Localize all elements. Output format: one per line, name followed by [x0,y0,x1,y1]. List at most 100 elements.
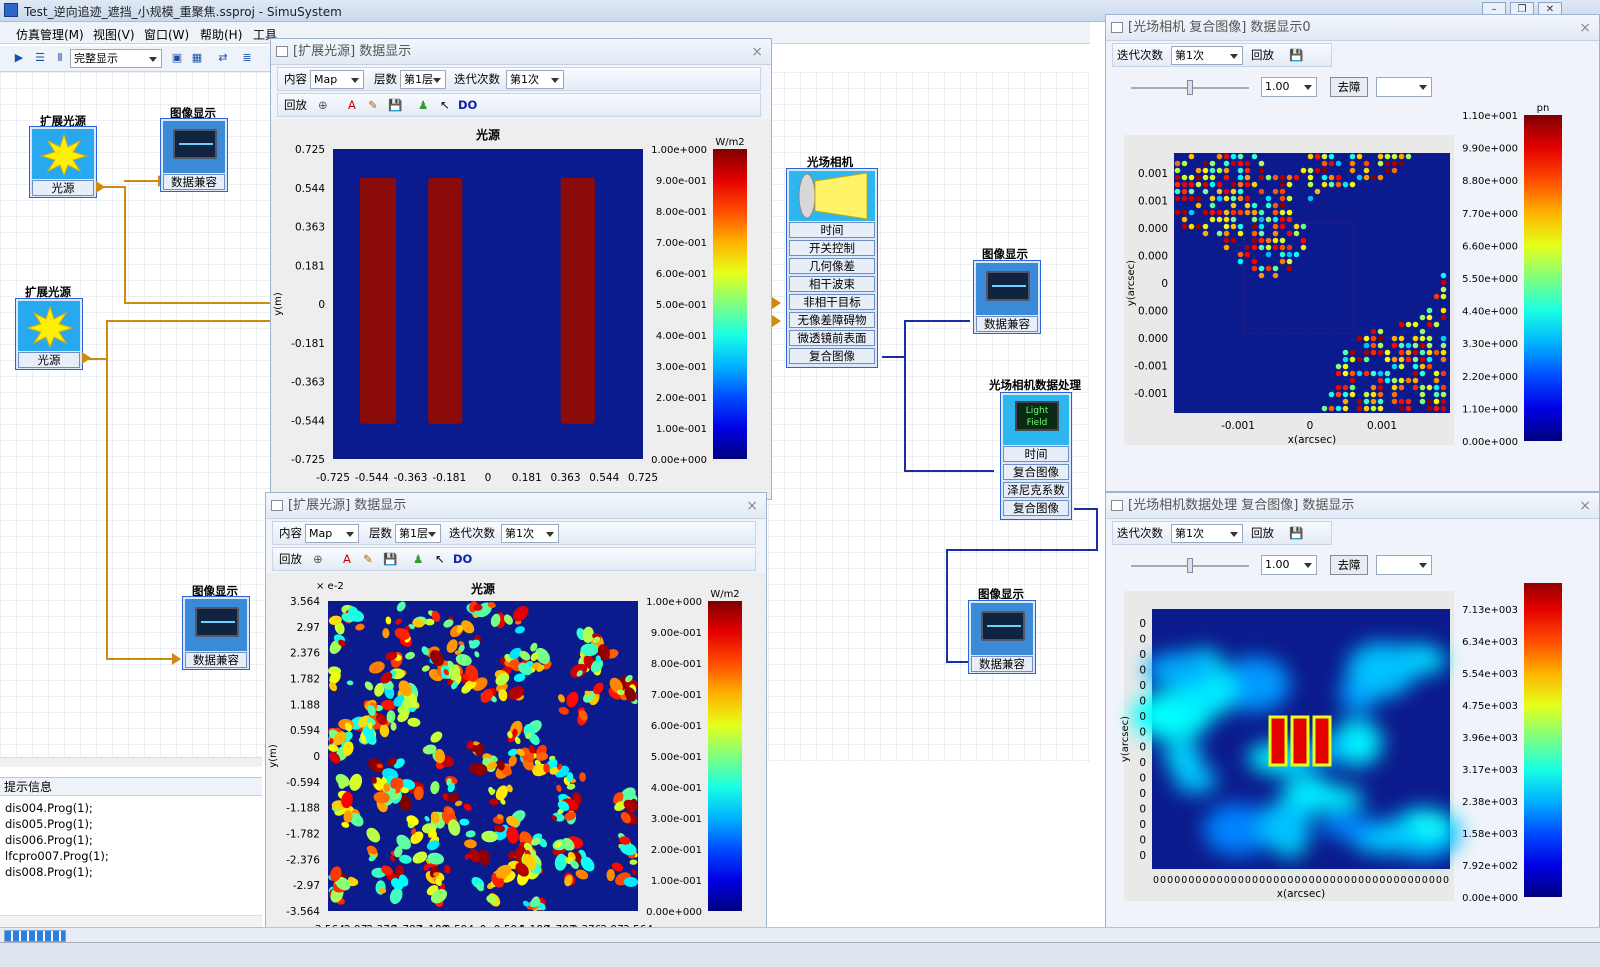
light-field-camera-block[interactable]: 时间 开关控制 几何像差 相干波束 非相干目标 无像差障碍物 微透镜前表面 复合… [786,168,878,368]
replay-label[interactable]: 回放 [279,548,302,570]
data-window-source-2[interactable]: [扩展光源] 数据显示 × 内容 Map 层数 第1层 迭代次数 第1次 回放 ⊕… [265,492,767,967]
marker-icon[interactable]: ✎ [363,548,373,570]
port-time[interactable]: 时间 [789,222,875,238]
scale-input[interactable]: 1.00 [1261,77,1317,97]
display-mode-select[interactable]: 完整显示 [70,49,162,68]
spot [1251,258,1258,265]
canvas-horizontal-scrollbar[interactable] [0,757,262,767]
replay-label[interactable]: 回放 [1251,44,1274,66]
font-icon[interactable]: A [348,94,356,116]
iter-select[interactable]: 第1次 [506,70,564,89]
port-obstacle[interactable]: 无像差障碍物 [789,312,875,328]
save-icon[interactable]: 💾 [1289,44,1303,66]
font-icon[interactable]: A [343,548,351,570]
spot [1188,188,1195,195]
crosshair-icon[interactable]: ⊕ [313,548,323,570]
spot [1272,202,1279,209]
port-zernike[interactable]: 泽尼克系数 [1003,482,1069,498]
person-icon[interactable]: ♟ [418,94,428,116]
window-title-bar[interactable]: [扩展光源] 数据显示 × [266,493,766,519]
iter-select[interactable]: 第1次 [1171,46,1243,65]
image-display-block-3[interactable]: 数据兼容 [973,260,1041,334]
slider-handle[interactable] [1187,558,1193,573]
menu-help[interactable]: 帮助(H) [200,26,242,43]
close-icon[interactable]: × [751,39,763,65]
remove-obstacle-button[interactable]: 去障 [1330,555,1368,575]
port-composite-image-in[interactable]: 复合图像 [1003,464,1069,480]
pointer-icon[interactable]: ↖ [440,94,450,116]
port-composite-image-out[interactable]: 复合图像 [1003,500,1069,516]
save-icon[interactable]: 💾 [383,548,397,570]
chart-icon[interactable]: ▣ [170,51,184,65]
menu-window[interactable]: 窗口(W) [144,26,189,43]
do-label[interactable]: DO [453,548,472,570]
list-icon[interactable]: ≣ [240,51,254,65]
link-icon[interactable]: ⇄ [216,51,230,65]
spot [1223,167,1230,174]
data-window-processing-composite[interactable]: [光场相机数据处理 复合图像] 数据显示 × 迭代次数 第1次 回放 💾 1.00… [1105,492,1600,942]
data-window-camera-composite[interactable]: [光场相机 复合图像] 数据显示0 × 迭代次数 第1次 回放 💾 1.00 去障… [1105,14,1600,492]
iter-select[interactable]: 第1次 [501,524,559,543]
remove-obstacle-button[interactable]: 去障 [1330,77,1368,97]
window-title-bar[interactable]: [光场相机 复合图像] 数据显示0 × [1106,15,1599,41]
port-switch-control[interactable]: 开关控制 [789,240,875,256]
source-port[interactable]: 光源 [32,180,94,196]
menu-view[interactable]: 视图(V) [93,26,135,43]
grid-icon[interactable]: ▦ [190,51,204,65]
window-title-bar[interactable]: [扩展光源] 数据显示 × [271,39,771,65]
layer-select[interactable]: 第1层 [400,70,446,89]
spot [1251,230,1258,237]
slider-handle[interactable] [1187,80,1193,95]
y-tick-label: -2.97 [293,880,320,892]
port-microlens-surface[interactable]: 微透镜前表面 [789,330,875,346]
port-composite-image[interactable]: 复合图像 [789,348,875,364]
step-icon[interactable]: ☰ [33,51,47,65]
image-display-block-1[interactable]: 数据兼容 [160,118,228,192]
do-label[interactable]: DO [458,94,477,116]
pause-icon[interactable]: Ⅱ [53,51,67,65]
data-port[interactable]: 数据兼容 [163,174,225,190]
y-tick-label: 1.188 [290,699,320,711]
menu-simulation[interactable]: 仿真管理(M) [16,26,84,43]
light-field-processing-block[interactable]: Light Field 时间 复合图像 泽尼克系数 复合图像 [1000,392,1072,520]
scale-input[interactable]: 1.00 [1261,555,1317,575]
save-icon[interactable]: 💾 [1289,522,1303,544]
window-title-bar[interactable]: [光场相机数据处理 复合图像] 数据显示 × [1106,493,1599,519]
marker-icon[interactable]: ✎ [368,94,378,116]
close-icon[interactable]: × [1579,15,1591,41]
save-icon[interactable]: 💾 [388,94,402,116]
data-port[interactable]: 数据兼容 [971,656,1033,672]
wire-arrow [172,653,181,665]
extended-source-block-2[interactable]: 光源 [15,298,83,370]
data-port[interactable]: 数据兼容 [976,316,1038,332]
layer-select[interactable]: 第1层 [395,524,441,543]
iter-select[interactable]: 第1次 [1171,524,1243,543]
spot [1440,391,1447,398]
port-time[interactable]: 时间 [1003,446,1069,462]
content-select[interactable]: Map [305,524,359,543]
port-incoherent-target[interactable]: 非相干目标 [789,294,875,310]
run-icon[interactable]: ▶ [12,51,26,65]
person-icon[interactable]: ♟ [413,548,423,570]
spot [1251,202,1258,209]
zoom-slider[interactable] [1131,80,1249,95]
close-icon[interactable]: × [746,493,758,519]
data-port[interactable]: 数据兼容 [185,652,247,668]
source-port[interactable]: 光源 [18,352,80,368]
image-display-block-4[interactable]: 数据兼容 [968,600,1036,674]
extended-source-block-1[interactable]: 光源 [29,126,97,198]
close-icon[interactable]: × [1579,493,1591,519]
content-select[interactable]: Map [310,70,364,89]
extra-input[interactable] [1376,77,1432,97]
extra-input[interactable] [1376,555,1432,575]
replay-label[interactable]: 回放 [1251,522,1274,544]
crosshair-icon[interactable]: ⊕ [318,94,328,116]
replay-label[interactable]: 回放 [284,94,307,116]
data-window-source-1[interactable]: [扩展光源] 数据显示 × 内容 Map 层数 第1层 迭代次数 第1次 回放 ⊕… [270,38,772,500]
port-coherent-beam[interactable]: 相干波束 [789,276,875,292]
image-display-block-2[interactable]: 数据兼容 [182,596,250,670]
port-geometric-aberration[interactable]: 几何像差 [789,258,875,274]
pointer-icon[interactable]: ↖ [435,548,445,570]
zoom-slider[interactable] [1131,558,1249,573]
message-scrollbar[interactable] [0,915,262,927]
